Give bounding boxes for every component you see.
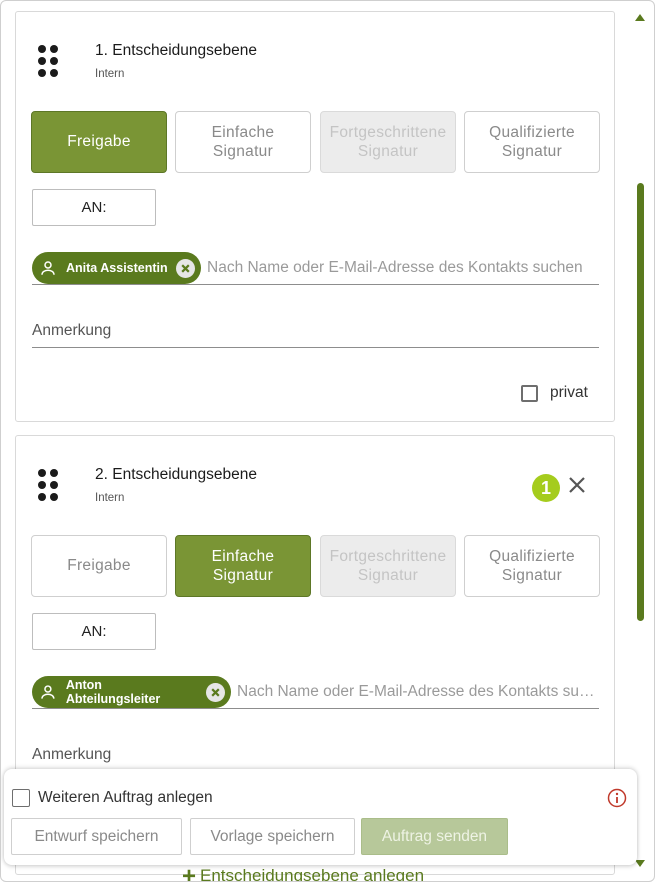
type-fortgeschrittene-signatur-button[interactable]: Fortgeschrittene Signatur (320, 111, 456, 173)
recipient-name: Anita Assistentin (66, 261, 168, 275)
remark-input[interactable]: Anmerkung (32, 318, 599, 348)
further-order-checkbox[interactable]: Weiteren Auftrag anlegen (12, 789, 213, 807)
plus-icon: + (182, 863, 197, 882)
scrollbar-thumb[interactable] (637, 183, 644, 621)
drag-handle-icon[interactable] (38, 469, 60, 501)
checkbox-box[interactable] (521, 384, 538, 402)
recipient-field[interactable]: Anita Assistentin Nach Name oder E-Mail-… (32, 252, 599, 285)
scroll-down-icon[interactable] (635, 860, 645, 867)
further-order-label: Weiteren Auftrag anlegen (38, 789, 213, 806)
private-label: privat (550, 384, 588, 401)
type-freigabe-button[interactable]: Freigabe (31, 111, 167, 173)
type-qualifizierte-signatur-button[interactable]: Qualifizierte Signatur (464, 535, 600, 597)
info-icon[interactable] (607, 788, 627, 808)
to-button[interactable]: AN: (32, 189, 156, 226)
save-draft-button[interactable]: Entwurf speichern (11, 818, 182, 855)
type-fortgeschrittene-signatur-button[interactable]: Fortgeschrittene Signatur (320, 535, 456, 597)
drag-handle-icon[interactable] (38, 45, 60, 77)
level-title: 1. Entscheidungsebene (95, 42, 258, 59)
recipient-name: Anton Abteilungsleiter (65, 678, 161, 706)
remove-chip-icon[interactable] (175, 258, 195, 278)
type-label: Fortgeschrittene Signatur (329, 123, 447, 160)
recipient-field[interactable]: Anton Abteilungsleiter Nach Name oder E-… (32, 676, 599, 709)
close-icon[interactable] (567, 475, 587, 495)
search-input[interactable]: Nach Name oder E-Mail-Adresse des Kontak… (237, 683, 597, 701)
person-icon (41, 685, 55, 699)
level-subtitle: Intern (95, 492, 125, 504)
search-input[interactable]: Nach Name oder E-Mail-Adresse des Kontak… (207, 259, 597, 277)
level-subtitle: Intern (95, 68, 125, 80)
action-footer: Weiteren Auftrag anlegen Entwurf speiche… (4, 769, 637, 865)
remark-input[interactable]: Anmerkung (32, 742, 599, 772)
type-label: Einfache Signatur (211, 547, 275, 584)
type-label: Fortgeschrittene Signatur (329, 547, 447, 584)
add-level-label: Entscheidungsebene anlegen (200, 866, 425, 882)
checkbox-box[interactable] (12, 789, 30, 807)
type-qualifizierte-signatur-button[interactable]: Qualifizierte Signatur (464, 111, 600, 173)
type-label: Qualifizierte Signatur (489, 123, 575, 160)
type-freigabe-button[interactable]: Freigabe (31, 535, 167, 597)
remove-chip-icon[interactable] (206, 682, 225, 702)
decision-level-card: 1. Entscheidungsebene Intern Freigabe Ei… (15, 11, 615, 422)
type-label: Qualifizierte Signatur (489, 547, 575, 584)
save-template-button[interactable]: Vorlage speichern (190, 818, 355, 855)
person-icon (41, 261, 55, 275)
to-button[interactable]: AN: (32, 613, 156, 650)
type-einfache-signatur-button[interactable]: Einfache Signatur (175, 111, 311, 173)
level-badge: 1 (532, 474, 560, 502)
type-einfache-signatur-button[interactable]: Einfache Signatur (175, 535, 311, 597)
order-editor-panel: 1. Entscheidungsebene Intern Freigabe Ei… (0, 0, 655, 882)
send-order-button[interactable]: Auftrag senden (361, 818, 508, 855)
recipient-chip[interactable]: Anita Assistentin (32, 252, 201, 284)
private-checkbox[interactable]: privat (521, 384, 588, 402)
scroll-up-icon[interactable] (635, 14, 645, 21)
add-level-button[interactable]: + Entscheidungsebene anlegen (182, 863, 425, 882)
type-label: Einfache Signatur (211, 123, 275, 160)
recipient-chip[interactable]: Anton Abteilungsleiter (32, 676, 231, 708)
level-title: 2. Entscheidungsebene (95, 466, 258, 483)
